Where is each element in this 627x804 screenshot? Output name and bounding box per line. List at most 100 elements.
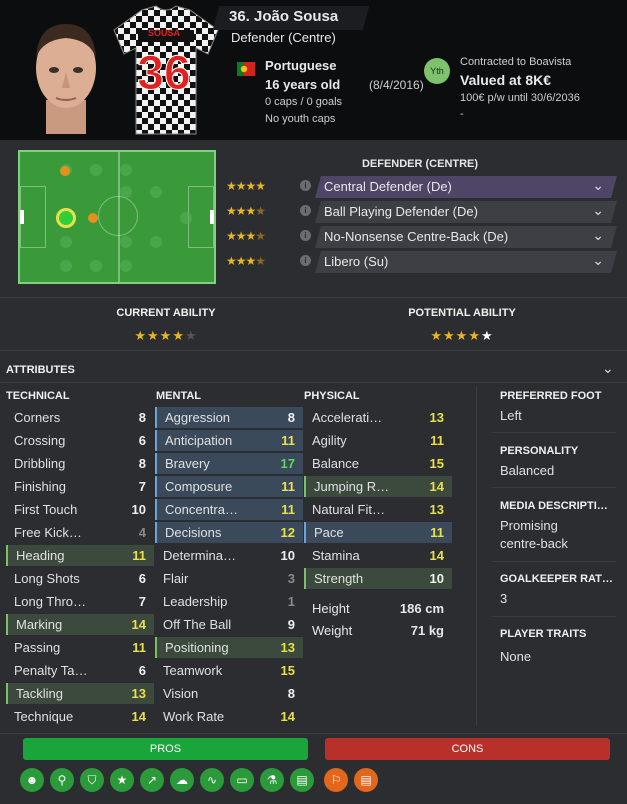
- attribute-row[interactable]: Stamina 14: [304, 545, 452, 566]
- attribute-row[interactable]: Flair 3: [155, 568, 303, 589]
- attribute-row[interactable]: Jumping R… 14: [304, 476, 452, 497]
- player-name: 36. João Sousa: [229, 8, 339, 25]
- attribute-label: Bravery: [165, 456, 210, 471]
- star-icon[interactable]: ★: [110, 768, 134, 792]
- attribute-row[interactable]: Determina… 10: [155, 545, 303, 566]
- info-icon[interactable]: i: [300, 205, 311, 216]
- chevron-down-icon[interactable]: ⌄: [592, 252, 604, 269]
- attribute-row[interactable]: Penalty Ta… 6: [6, 660, 154, 681]
- weight-row: Weight 71 kg: [304, 620, 452, 641]
- attribute-row[interactable]: Natural Fit… 13: [304, 499, 452, 520]
- pros-button[interactable]: PROS: [23, 738, 308, 760]
- player-age: 16 years old: [265, 77, 341, 92]
- chevron-down-icon[interactable]: ⌄: [602, 360, 614, 377]
- attribute-row[interactable]: Balance 15: [304, 453, 452, 474]
- cons-button[interactable]: CONS: [325, 738, 610, 760]
- attribute-label: Free Kick…: [14, 525, 82, 540]
- handshake-icon[interactable]: ⚐: [324, 768, 348, 792]
- attribute-row[interactable]: Agility 11: [304, 430, 452, 451]
- attribute-label: Accelerati…: [312, 410, 383, 425]
- attribute-value: 11: [430, 525, 444, 540]
- attribute-row[interactable]: Free Kick… 4: [6, 522, 154, 543]
- attribute-value: 4: [138, 525, 146, 540]
- document-icon[interactable]: ▤: [290, 768, 314, 792]
- attribute-row[interactable]: Crossing 6: [6, 430, 154, 451]
- attribute-value: 15: [429, 456, 444, 471]
- attribute-value: 11: [132, 548, 146, 563]
- attribute-row[interactable]: Dribbling 8: [6, 453, 154, 474]
- attribute-label: Dribbling: [14, 456, 66, 471]
- personality: Balanced: [500, 463, 555, 478]
- aerial-icon[interactable]: ☻: [20, 768, 44, 792]
- attribute-row[interactable]: Work Rate 14: [155, 706, 303, 727]
- attribute-row[interactable]: Decisions 12: [155, 522, 303, 543]
- chevron-down-icon[interactable]: ⌄: [592, 202, 604, 219]
- attribute-row[interactable]: Anticipation 11: [155, 430, 303, 451]
- attribute-row[interactable]: Technique 14: [6, 706, 154, 727]
- divider: [492, 616, 616, 617]
- contract-info[interactable]: Contracted to Boavista: [460, 56, 571, 68]
- attribute-row[interactable]: Long Shots 6: [6, 568, 154, 589]
- attribute-row[interactable]: Accelerati… 13: [304, 407, 452, 428]
- attribute-row[interactable]: Vision 8: [155, 683, 303, 704]
- chevron-down-icon[interactable]: ⌄: [592, 227, 604, 244]
- shield-icon[interactable]: ⛉: [80, 768, 104, 792]
- trend-icon[interactable]: ↗: [140, 768, 164, 792]
- role-label: Ball Playing Defender (De): [324, 204, 478, 219]
- attribute-row[interactable]: Positioning 13: [155, 637, 303, 658]
- attribute-row[interactable]: Marking 14: [6, 614, 154, 635]
- role-row-no-nonsense[interactable]: ★★★★ i No-Nonsense Centre-Back (De) ⌄: [226, 226, 617, 248]
- info-icon[interactable]: i: [300, 180, 311, 191]
- current-ability-title: CURRENT ABILITY: [116, 307, 216, 319]
- attribute-label: Teamwork: [163, 663, 223, 678]
- chevron-down-icon[interactable]: ⌄: [592, 177, 604, 194]
- attribute-row[interactable]: First Touch 10: [6, 499, 154, 520]
- role-row-central-defender[interactable]: ★★★★ i Central Defender (De) ⌄: [226, 176, 617, 198]
- role-row-libero[interactable]: ★★★★ i Libero (Su) ⌄: [226, 251, 617, 273]
- role-label: No-Nonsense Centre-Back (De): [324, 229, 509, 244]
- preferred-foot-title: PREFERRED FOOT: [500, 390, 602, 402]
- attribute-row[interactable]: Passing 11: [6, 637, 154, 658]
- attribute-label: Jumping R…: [314, 479, 390, 494]
- attribute-value: 8: [287, 686, 295, 701]
- attribute-row[interactable]: Long Thro… 7: [6, 591, 154, 612]
- attribute-row[interactable]: Leadership 1: [155, 591, 303, 612]
- attribute-row[interactable]: Corners 8: [6, 407, 154, 428]
- height-value: 186 cm: [399, 601, 444, 616]
- media-description-line2: centre-back: [500, 536, 568, 551]
- contract-icon[interactable]: ▤: [354, 768, 378, 792]
- attribute-value: 8: [287, 410, 295, 425]
- attribute-row[interactable]: Pace 11: [304, 522, 452, 543]
- position-pitch[interactable]: [18, 150, 216, 284]
- attribute-row[interactable]: Bravery 17: [155, 453, 303, 474]
- attribute-row[interactable]: Strength 10: [304, 568, 452, 589]
- attribute-label: Technique: [14, 709, 74, 724]
- wave-icon[interactable]: ∿: [200, 768, 224, 792]
- attribute-row[interactable]: Teamwork 15: [155, 660, 303, 681]
- info-icon[interactable]: i: [300, 230, 311, 241]
- flask-icon[interactable]: ⚗: [260, 768, 284, 792]
- attribute-row[interactable]: Aggression 8: [155, 407, 303, 428]
- weight-label: Weight: [312, 623, 353, 638]
- attribute-value: 14: [131, 709, 146, 724]
- attribute-value: 13: [429, 502, 444, 517]
- player-position: Defender (Centre): [231, 30, 336, 45]
- boot-icon[interactable]: ⚲: [50, 768, 74, 792]
- attribute-value: 6: [138, 663, 146, 678]
- divider: [492, 432, 616, 433]
- potential-ability-title: POTENTIAL ABILITY: [408, 307, 516, 319]
- attribute-row[interactable]: Heading 11: [6, 545, 154, 566]
- attribute-row[interactable]: Tackling 13: [6, 683, 154, 704]
- attribute-row[interactable]: Composure 11: [155, 476, 303, 497]
- attribute-row[interactable]: Finishing 7: [6, 476, 154, 497]
- weight-value: 71 kg: [410, 623, 444, 638]
- attribute-label: Corners: [14, 410, 61, 425]
- player-value: Valued at 8K€: [460, 72, 552, 88]
- attribute-row[interactable]: Off The Ball 9: [155, 614, 303, 635]
- role-row-ball-playing-defender[interactable]: ★★★★ i Ball Playing Defender (De) ⌄: [226, 201, 617, 223]
- info-icon[interactable]: i: [300, 255, 311, 266]
- attribute-value: 1: [287, 594, 295, 609]
- money-icon[interactable]: ▭: [230, 768, 254, 792]
- brain-icon[interactable]: ☁: [170, 768, 194, 792]
- attribute-row[interactable]: Concentra… 11: [155, 499, 303, 520]
